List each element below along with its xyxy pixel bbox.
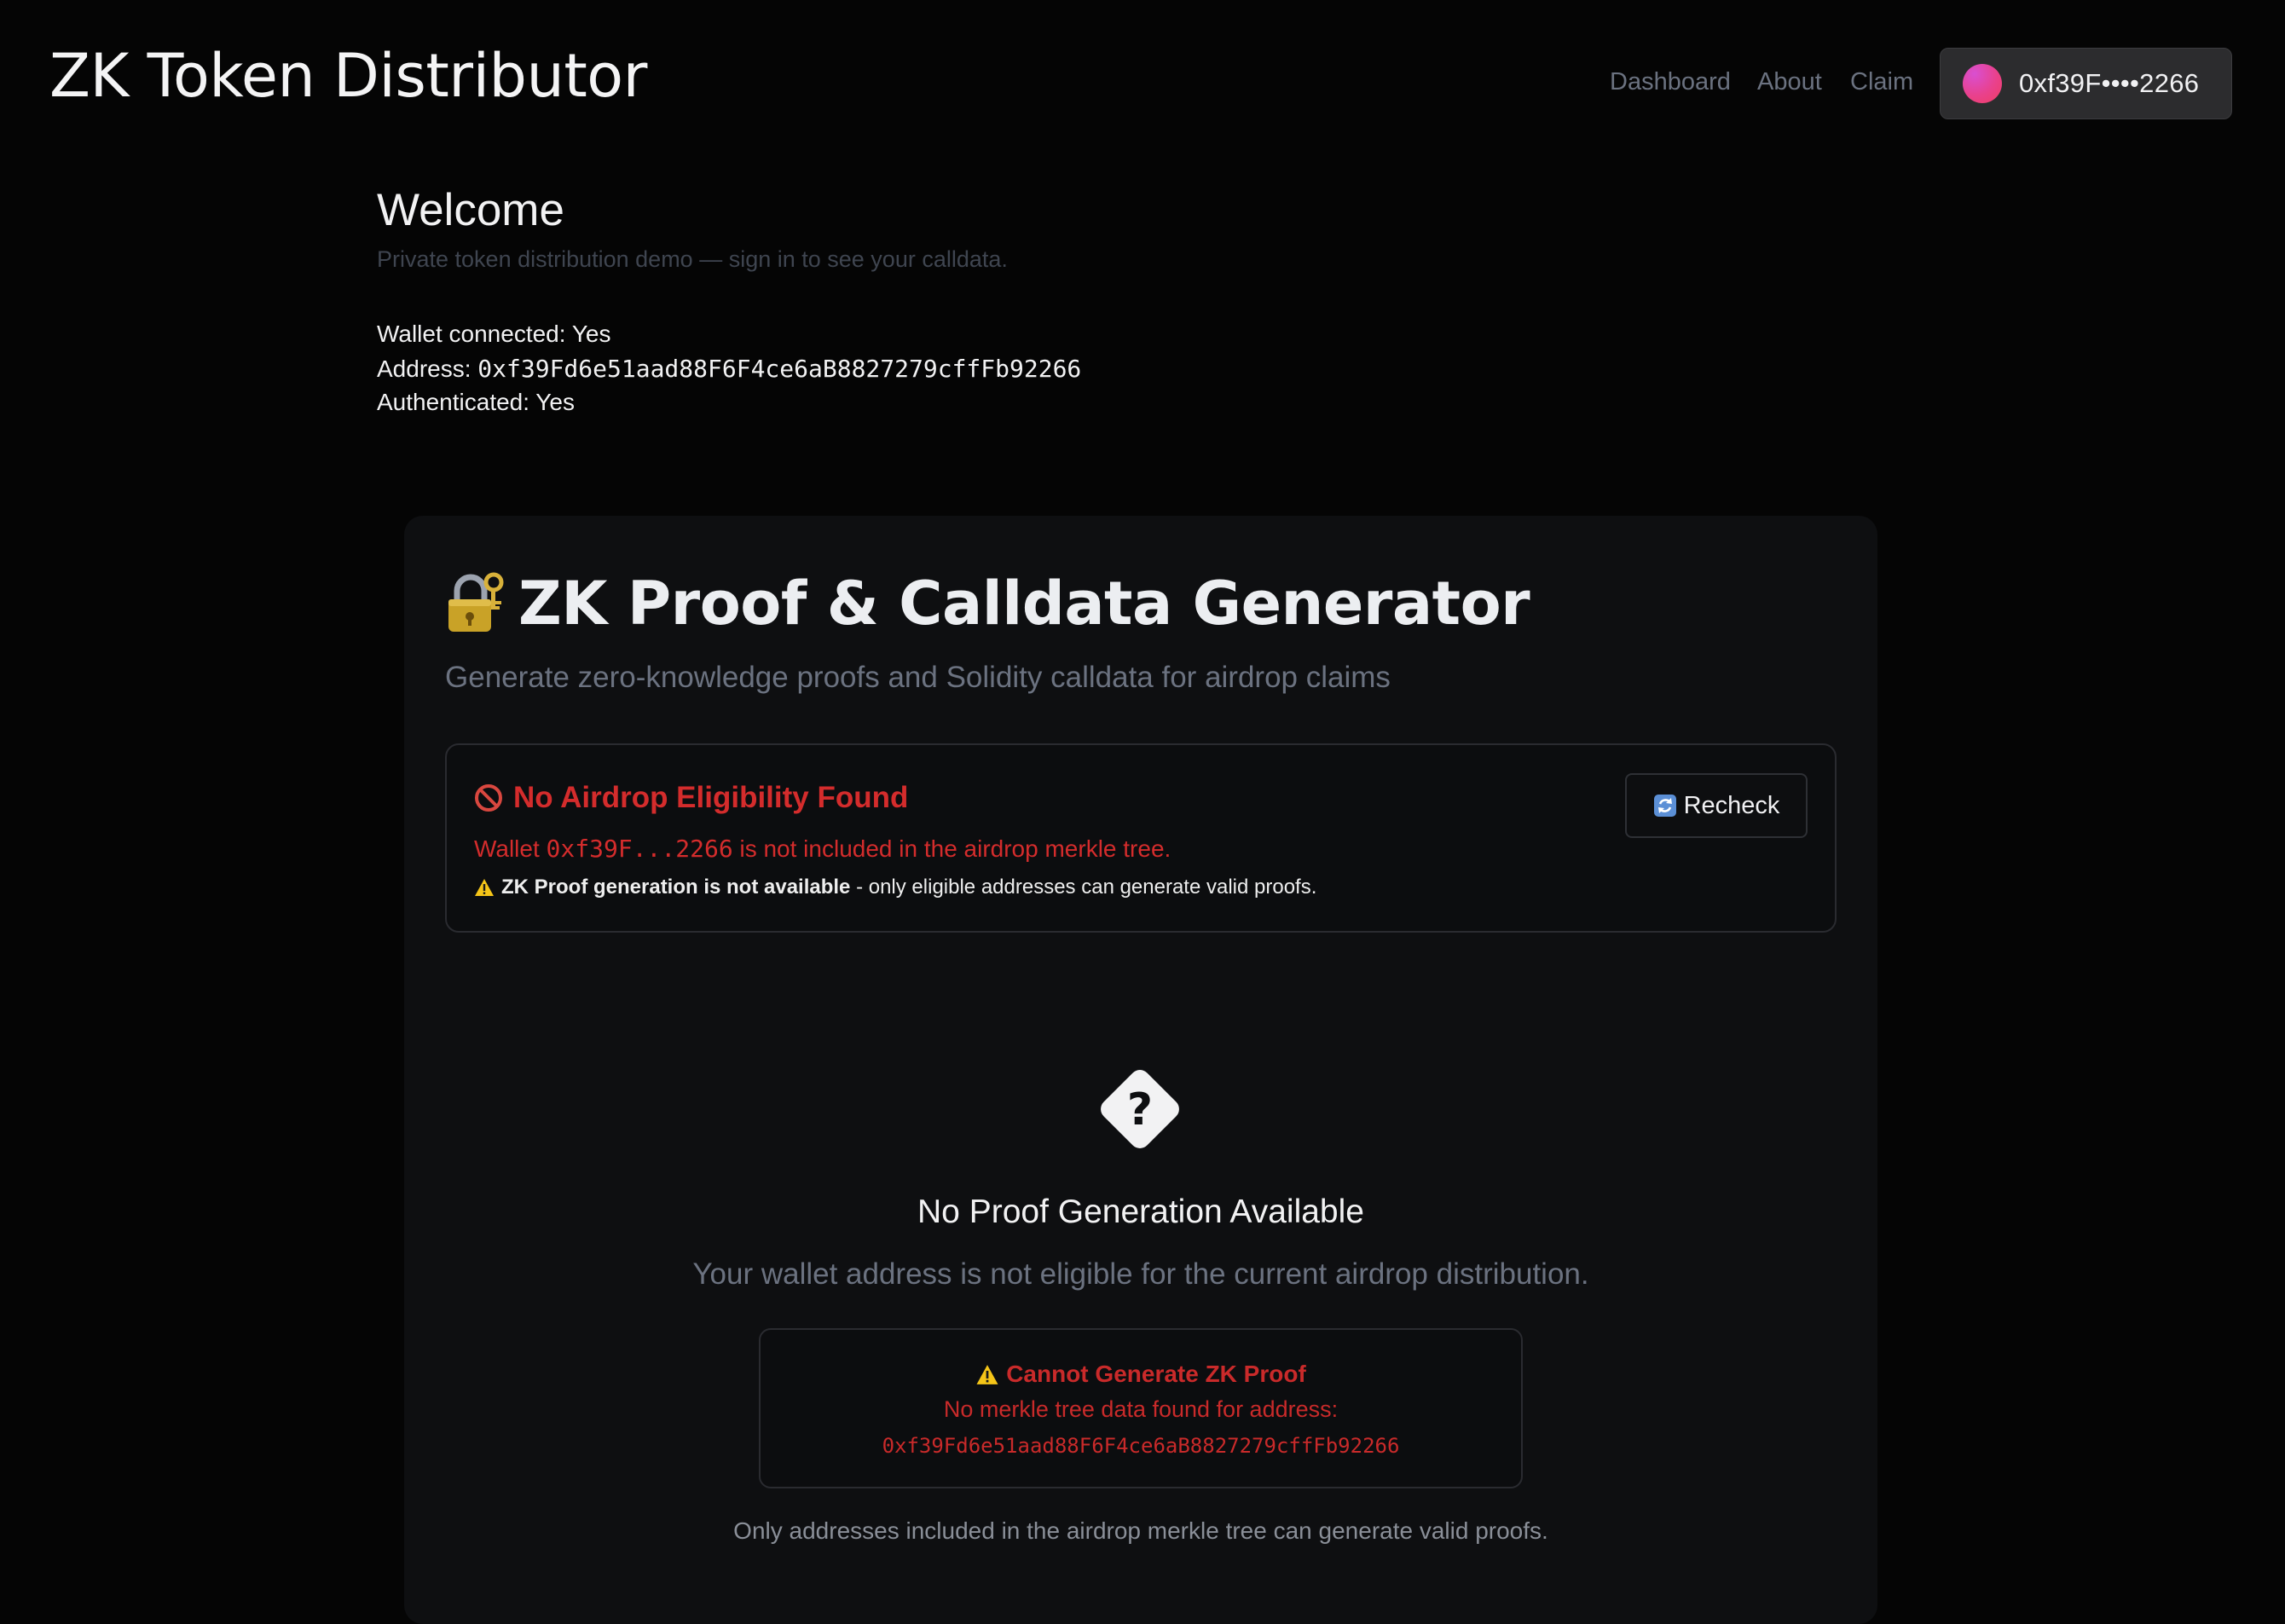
- no-entry-icon: [475, 784, 502, 812]
- alert-title-text: No Airdrop Eligibility Found: [513, 781, 909, 814]
- zk-proof-card: ZK Proof & Calldata Generator Generate z…: [404, 516, 1877, 1624]
- alert-msg-address: 0xf39F...2266: [546, 835, 733, 863]
- refresh-icon: [1653, 795, 1676, 817]
- alert-msg-suffix: is not included in the airdrop merkle tr…: [732, 835, 1171, 862]
- card-subtitle: Generate zero-knowledge proofs and Solid…: [445, 661, 1391, 694]
- authenticated-label: Authenticated:: [377, 389, 536, 415]
- eligibility-alert: No Airdrop Eligibility Found Wallet 0xf3…: [445, 743, 1837, 933]
- nav-claim[interactable]: Claim: [1850, 68, 1913, 96]
- wallet-address-short: 0xf39F••••2266: [2019, 68, 2200, 98]
- card-title-text: ZK Proof & Calldata Generator: [518, 569, 1530, 639]
- card-title: ZK Proof & Calldata Generator: [445, 569, 1530, 639]
- eligibility-footer-note: Only addresses included in the airdrop m…: [733, 1517, 1548, 1544]
- wallet-connected-label: Wallet connected:: [377, 321, 572, 347]
- authenticated-value: Yes: [535, 389, 575, 415]
- top-header: ZK Token Distributor Dashboard About Cla…: [0, 0, 2285, 162]
- alert-note-bold: ZK Proof generation is not available: [501, 876, 851, 899]
- no-proof-title: No Proof Generation Available: [917, 1193, 1364, 1230]
- cannot-generate-box: Cannot Generate ZK Proof No merkle tree …: [759, 1328, 1523, 1488]
- address-label: Address:: [377, 355, 478, 382]
- wallet-connected-value: Yes: [571, 321, 611, 347]
- wallet-account-button[interactable]: 0xf39F••••2266: [1940, 48, 2232, 119]
- wallet-avatar: [1963, 64, 2002, 103]
- wallet-connected-status: Wallet connected: Yes: [377, 321, 611, 348]
- app-title: ZK Token Distributor: [49, 41, 647, 111]
- nav-dashboard[interactable]: Dashboard: [1610, 68, 1731, 96]
- alert-msg-prefix: Wallet: [474, 835, 547, 862]
- question-diamond-icon: ?: [1101, 1070, 1179, 1148]
- alert-title: No Airdrop Eligibility Found: [474, 781, 908, 815]
- lock-with-key-icon: [448, 572, 504, 632]
- recheck-label: Recheck: [1683, 791, 1780, 819]
- warning-icon: [475, 879, 494, 896]
- svg-text:?: ?: [1127, 1084, 1153, 1136]
- authenticated-status: Authenticated: Yes: [377, 389, 575, 416]
- alert-message: Wallet 0xf39F...2266 is not included in …: [474, 835, 1171, 863]
- cannot-generate-title-text: Cannot Generate ZK Proof: [1006, 1361, 1306, 1387]
- error-address: 0xf39Fd6e51aad88F6F4ce6aB8827279cffFb922…: [882, 1434, 1400, 1458]
- address-status: Address: 0xf39Fd6e51aad88F6F4ce6aB882727…: [377, 355, 1081, 383]
- alert-note-rest: - only eligible addresses can generate v…: [850, 876, 1317, 899]
- warning-icon: [976, 1364, 998, 1384]
- welcome-subtitle: Private token distribution demo — sign i…: [377, 246, 1008, 272]
- no-proof-subtitle: Your wallet address is not eligible for …: [692, 1257, 1589, 1291]
- recheck-button[interactable]: Recheck: [1625, 773, 1808, 838]
- no-merkle-data-line: No merkle tree data found for address:: [943, 1396, 1339, 1422]
- nav-about[interactable]: About: [1757, 68, 1822, 96]
- welcome-title: Welcome: [377, 185, 564, 235]
- address-value: 0xf39Fd6e51aad88F6F4ce6aB8827279cffFb922…: [477, 355, 1082, 383]
- cannot-generate-title: Cannot Generate ZK Proof: [761, 1361, 1521, 1388]
- alert-note: ZK Proof generation is not available - o…: [474, 876, 1316, 899]
